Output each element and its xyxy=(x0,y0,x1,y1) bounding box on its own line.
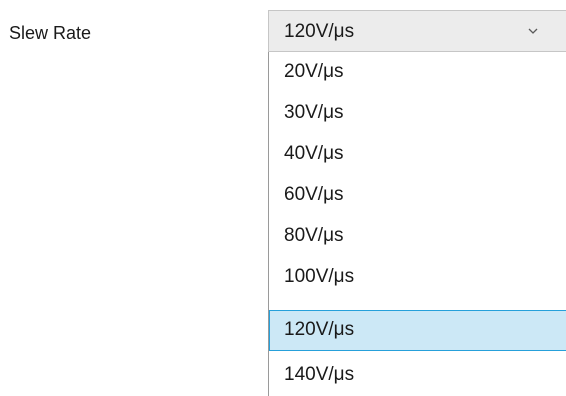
slew-rate-combobox[interactable]: 120V/μs xyxy=(268,10,566,52)
dropdown-option-label: 100V/μs xyxy=(284,266,355,287)
dropdown-option-40[interactable]: 40V/μs xyxy=(269,134,566,175)
combobox-selected-value: 120V/μs xyxy=(284,21,355,42)
dropdown-option-120-selected[interactable]: 120V/μs xyxy=(269,310,566,351)
dropdown-option-80[interactable]: 80V/μs xyxy=(269,216,566,257)
dropdown-option-label: 30V/μs xyxy=(284,102,344,123)
dropdown-option-label: 60V/μs xyxy=(284,184,344,205)
dropdown-option-label: 140V/μs xyxy=(284,364,355,385)
dropdown-option-label: 40V/μs xyxy=(284,143,344,164)
slew-rate-dropdown-list: 20V/μs 30V/μs 40V/μs 60V/μs 80V/μs 100V/… xyxy=(268,52,566,396)
dropdown-option-100[interactable]: 100V/μs xyxy=(269,257,566,298)
dropdown-option-label: 80V/μs xyxy=(284,225,344,246)
dropdown-option-30[interactable]: 30V/μs xyxy=(269,93,566,134)
slew-rate-label: Slew Rate xyxy=(9,23,92,43)
dropdown-option-label: 120V/μs xyxy=(284,319,355,340)
dropdown-option-label: 20V/μs xyxy=(284,61,344,82)
dropdown-option-140[interactable]: 140V/μs xyxy=(269,355,566,396)
dropdown-option-60[interactable]: 60V/μs xyxy=(269,175,566,216)
dropdown-option-20[interactable]: 20V/μs xyxy=(269,52,566,93)
chevron-down-icon xyxy=(528,28,538,34)
